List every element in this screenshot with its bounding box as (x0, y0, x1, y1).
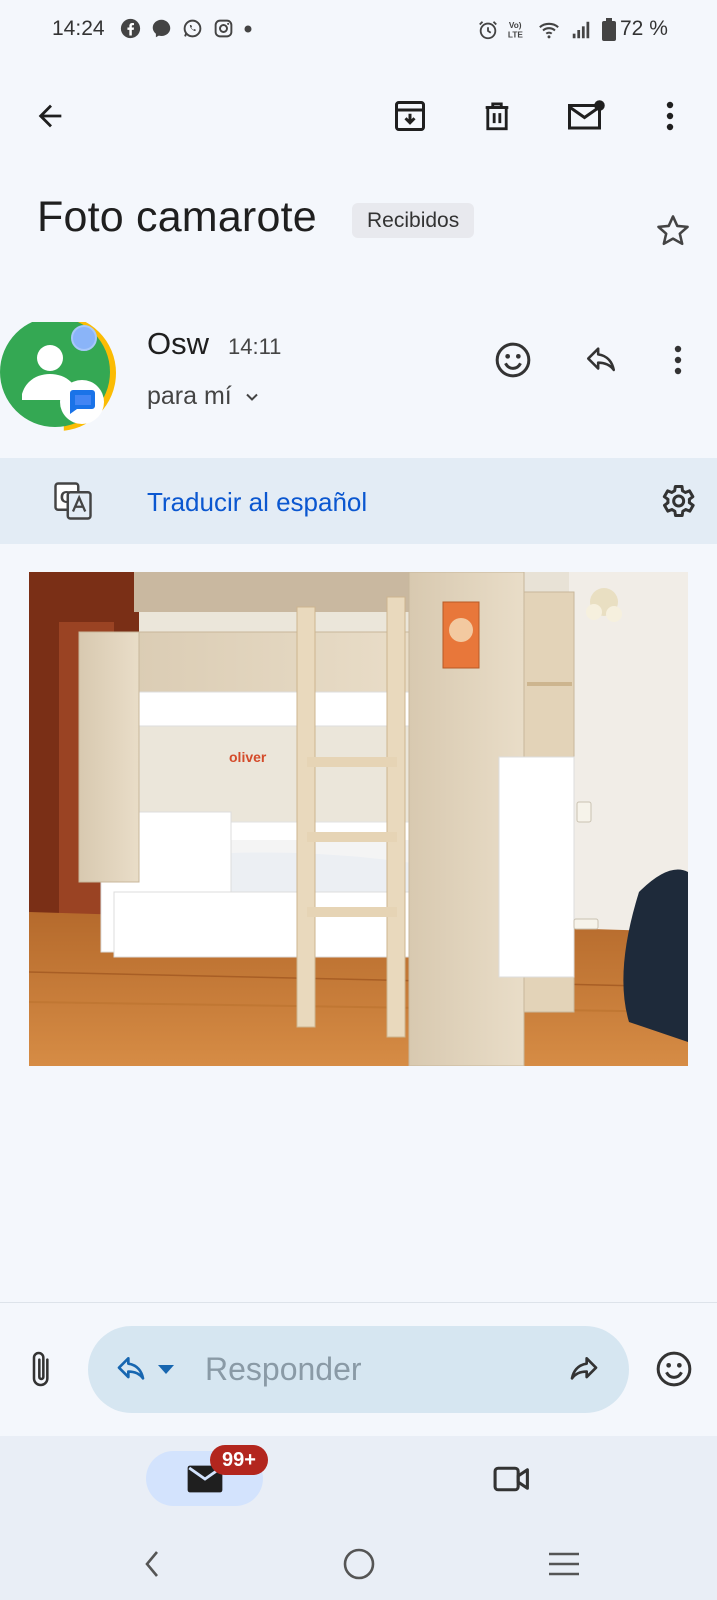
react-emoji-button[interactable] (485, 332, 541, 388)
email-subject: Foto camarote (37, 193, 317, 241)
inbox-label-chip[interactable]: Recibidos (352, 203, 475, 238)
email-time: 14:11 (228, 334, 282, 359)
home-circle-icon (342, 1547, 376, 1581)
forward-icon (566, 1353, 602, 1385)
caret-down-icon (156, 1362, 176, 1376)
attach-button[interactable] (14, 1341, 70, 1397)
translate-icon: G (52, 480, 94, 522)
reply-type-dropdown[interactable] (148, 1341, 184, 1397)
svg-text:Vo): Vo) (509, 21, 522, 30)
system-home-button[interactable] (331, 1536, 387, 1592)
emoji-icon (654, 1349, 694, 1389)
more-vert-icon (665, 99, 675, 133)
status-time: 14:24 (52, 17, 105, 40)
delete-button[interactable] (469, 88, 525, 144)
add-reaction-icon (493, 340, 533, 380)
sender-avatar[interactable] (0, 322, 117, 432)
status-bar: 14:24 Vo) LTE 72 % (0, 0, 717, 60)
facebook-icon (120, 18, 141, 39)
email-photo-bunk-bed[interactable]: oliver (29, 572, 688, 1066)
chevron-down-icon (242, 387, 262, 407)
more-options-button[interactable] (642, 88, 698, 144)
volte-icon: Vo) LTE (507, 19, 529, 41)
forward-button[interactable] (556, 1341, 612, 1397)
nav-meet-tab[interactable] (484, 1451, 540, 1507)
dot-icon (244, 18, 252, 39)
recipient-text: para mí (147, 382, 232, 410)
signal-icon (569, 19, 593, 41)
trash-icon (480, 98, 514, 134)
reply-placeholder[interactable]: Responder (205, 1351, 362, 1388)
svg-text:oliver: oliver (229, 749, 267, 765)
alarm-icon (477, 19, 499, 41)
translate-icon-wrap: G (45, 473, 101, 529)
svg-text:LTE: LTE (508, 30, 523, 39)
unread-badge: 99+ (210, 1445, 268, 1475)
message-more-button[interactable] (650, 332, 706, 388)
archive-icon (392, 98, 428, 134)
star-icon (654, 212, 692, 250)
battery-icon (601, 18, 617, 42)
wifi-icon (537, 19, 561, 41)
arrow-left-icon (33, 99, 67, 133)
recipient-details-toggle[interactable]: para mí (147, 382, 262, 411)
sender-name: Osw (147, 326, 209, 361)
reply-icon (582, 343, 620, 377)
status-notification-icons (120, 18, 252, 39)
battery-percent: 72 % (620, 17, 668, 40)
chevron-left-icon (140, 1548, 164, 1580)
gear-icon (657, 481, 697, 521)
emoji-button[interactable] (646, 1341, 702, 1397)
star-button[interactable] (645, 203, 701, 259)
archive-button[interactable] (382, 88, 438, 144)
mail-unread-icon (566, 98, 606, 134)
messenger-icon (151, 18, 172, 39)
video-icon (492, 1463, 532, 1495)
divider (0, 1302, 717, 1303)
status-system-icons: Vo) LTE (477, 18, 617, 42)
system-recents-button[interactable] (536, 1536, 592, 1592)
reply-icon (113, 1353, 149, 1385)
translate-link[interactable]: Traducir al español (147, 487, 367, 518)
reply-button[interactable] (573, 332, 629, 388)
paperclip-icon (26, 1349, 58, 1389)
back-button[interactable] (22, 88, 78, 144)
recents-icon (547, 1551, 581, 1577)
whatsapp-icon (182, 18, 203, 39)
instagram-icon (213, 18, 234, 39)
mark-unread-button[interactable] (558, 88, 614, 144)
system-back-button[interactable] (124, 1536, 180, 1592)
more-vert-icon (673, 343, 683, 377)
translate-settings-button[interactable] (649, 473, 705, 529)
